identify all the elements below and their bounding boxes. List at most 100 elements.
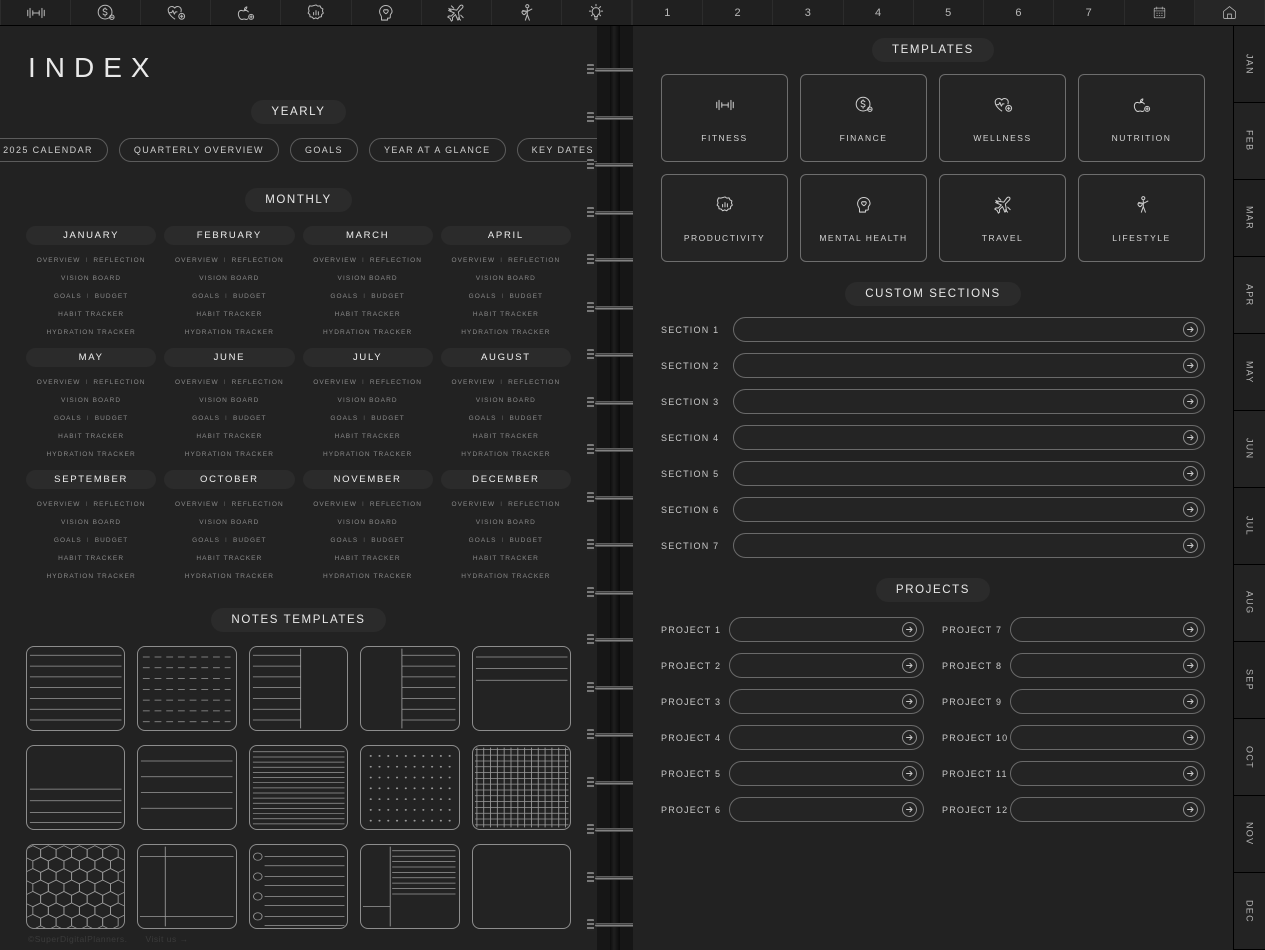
yearly-chip[interactable]: QUARTERLY OVERVIEW [119, 138, 279, 162]
arrow-right-icon[interactable] [1183, 802, 1198, 817]
template-card-wellness[interactable]: WELLNESS [939, 74, 1066, 162]
link-overview[interactable]: OVERVIEW [313, 379, 357, 386]
link-reflection[interactable]: REFLECTION [508, 379, 560, 386]
month-link-habit-tracker[interactable]: HABIT TRACKER [303, 306, 433, 324]
project-input[interactable] [1010, 653, 1205, 678]
month-tab-feb[interactable]: FEB [1234, 103, 1265, 180]
month-name-pill[interactable]: OCTOBER [164, 470, 294, 489]
link-goals[interactable]: GOALS [469, 415, 497, 422]
month-tab-may[interactable]: MAY [1234, 334, 1265, 411]
wide-lined-template[interactable] [472, 646, 571, 731]
project-input[interactable] [1010, 797, 1205, 822]
link-budget[interactable]: BUDGET [233, 293, 267, 300]
toolbar-dumbbell-icon-button[interactable] [0, 0, 71, 25]
month-link-overview-reflection[interactable]: OVERVIEWIREFLECTION [303, 496, 433, 514]
link-reflection[interactable]: REFLECTION [93, 501, 145, 508]
toolbar-head-heart-icon-button[interactable] [352, 0, 422, 25]
custom-section-input[interactable] [733, 389, 1205, 414]
month-link-hydration-tracker[interactable]: HYDRATION TRACKER [441, 446, 571, 464]
link-budget[interactable]: BUDGET [371, 537, 405, 544]
left-lined-split-template[interactable] [249, 646, 348, 731]
project-input[interactable] [1010, 725, 1205, 750]
month-link-goals-budget[interactable]: GOALSIBUDGET [26, 532, 156, 550]
link-goals[interactable]: GOALS [54, 415, 82, 422]
toolbar-lightbulb-icon-button[interactable] [562, 0, 632, 25]
arrow-right-icon[interactable] [1183, 322, 1198, 337]
month-link-overview-reflection[interactable]: OVERVIEWIREFLECTION [26, 252, 156, 270]
arrow-right-icon[interactable] [902, 802, 917, 817]
toolbar-page-2-button[interactable]: 2 [703, 0, 773, 25]
footer-visit-link[interactable]: Visit us → [145, 934, 188, 944]
link-budget[interactable]: BUDGET [509, 537, 543, 544]
custom-section-input[interactable] [733, 533, 1205, 558]
custom-section-input[interactable] [733, 425, 1205, 450]
checklist-template[interactable] [249, 844, 348, 929]
spaced-lined-template[interactable] [137, 745, 236, 830]
month-link-hydration-tracker[interactable]: HYDRATION TRACKER [164, 568, 294, 586]
custom-section-input[interactable] [733, 317, 1205, 342]
month-link-vision-board[interactable]: VISION BOARD [164, 270, 294, 288]
month-link-habit-tracker[interactable]: HABIT TRACKER [303, 550, 433, 568]
arrow-right-icon[interactable] [1183, 658, 1198, 673]
month-link-hydration-tracker[interactable]: HYDRATION TRACKER [441, 568, 571, 586]
month-link-hydration-tracker[interactable]: HYDRATION TRACKER [303, 568, 433, 586]
project-input[interactable] [729, 797, 924, 822]
project-input[interactable] [1010, 617, 1205, 642]
month-link-hydration-tracker[interactable]: HYDRATION TRACKER [26, 568, 156, 586]
toolbar-page-3-button[interactable]: 3 [773, 0, 843, 25]
arrow-right-icon[interactable] [902, 622, 917, 637]
month-tab-nov[interactable]: NOV [1234, 796, 1265, 873]
month-name-pill[interactable]: JUNE [164, 348, 294, 367]
project-input[interactable] [729, 617, 924, 642]
fine-grid-template[interactable] [472, 745, 571, 830]
month-link-vision-board[interactable]: VISION BOARD [26, 514, 156, 532]
cornell-template[interactable] [137, 844, 236, 929]
custom-section-input[interactable] [733, 353, 1205, 378]
month-name-pill[interactable]: MARCH [303, 226, 433, 245]
month-tab-mar[interactable]: MAR [1234, 180, 1265, 257]
yearly-chip[interactable]: 2025 CALENDAR [0, 138, 108, 162]
link-goals[interactable]: GOALS [54, 293, 82, 300]
link-goals[interactable]: GOALS [469, 293, 497, 300]
month-link-vision-board[interactable]: VISION BOARD [164, 392, 294, 410]
right-lined-split-template[interactable] [360, 646, 459, 731]
template-card-lifestyle[interactable]: LIFESTYLE [1078, 174, 1205, 262]
arrow-right-icon[interactable] [902, 766, 917, 781]
month-tab-sep[interactable]: SEP [1234, 642, 1265, 719]
link-budget[interactable]: BUDGET [95, 293, 129, 300]
project-input[interactable] [1010, 761, 1205, 786]
link-goals[interactable]: GOALS [192, 415, 220, 422]
month-link-overview-reflection[interactable]: OVERVIEWIREFLECTION [441, 374, 571, 392]
month-link-hydration-tracker[interactable]: HYDRATION TRACKER [164, 446, 294, 464]
template-card-finance[interactable]: FINANCE [800, 74, 927, 162]
month-link-vision-board[interactable]: VISION BOARD [26, 270, 156, 288]
bottom-lined-template[interactable] [26, 745, 125, 830]
toolbar-heart-pulse-icon-button[interactable] [141, 0, 211, 25]
toolbar-page-4-button[interactable]: 4 [844, 0, 914, 25]
link-reflection[interactable]: REFLECTION [232, 257, 284, 264]
link-budget[interactable]: BUDGET [95, 537, 129, 544]
month-link-hydration-tracker[interactable]: HYDRATION TRACKER [303, 446, 433, 464]
month-link-goals-budget[interactable]: GOALSIBUDGET [26, 410, 156, 428]
template-card-fitness[interactable]: FITNESS [661, 74, 788, 162]
arrow-right-icon[interactable] [1183, 694, 1198, 709]
link-budget[interactable]: BUDGET [233, 415, 267, 422]
month-link-vision-board[interactable]: VISION BOARD [303, 514, 433, 532]
month-name-pill[interactable]: JANUARY [26, 226, 156, 245]
toolbar-apple-plus-icon-button[interactable] [211, 0, 281, 25]
month-link-overview-reflection[interactable]: OVERVIEWIREFLECTION [164, 252, 294, 270]
month-link-goals-budget[interactable]: GOALSIBUDGET [303, 532, 433, 550]
month-link-goals-budget[interactable]: GOALSIBUDGET [164, 410, 294, 428]
month-tab-jul[interactable]: JUL [1234, 488, 1265, 565]
month-link-vision-board[interactable]: VISION BOARD [303, 270, 433, 288]
link-budget[interactable]: BUDGET [509, 293, 543, 300]
toolbar-page-1-button[interactable]: 1 [632, 0, 703, 25]
lined-template[interactable] [26, 646, 125, 731]
month-tab-apr[interactable]: APR [1234, 257, 1265, 334]
project-input[interactable] [729, 689, 924, 714]
arrow-right-icon[interactable] [1183, 730, 1198, 745]
month-link-vision-board[interactable]: VISION BOARD [441, 514, 571, 532]
template-card-travel[interactable]: TRAVEL [939, 174, 1066, 262]
toolbar-home-button[interactable] [1195, 0, 1265, 25]
arrow-right-icon[interactable] [1183, 466, 1198, 481]
